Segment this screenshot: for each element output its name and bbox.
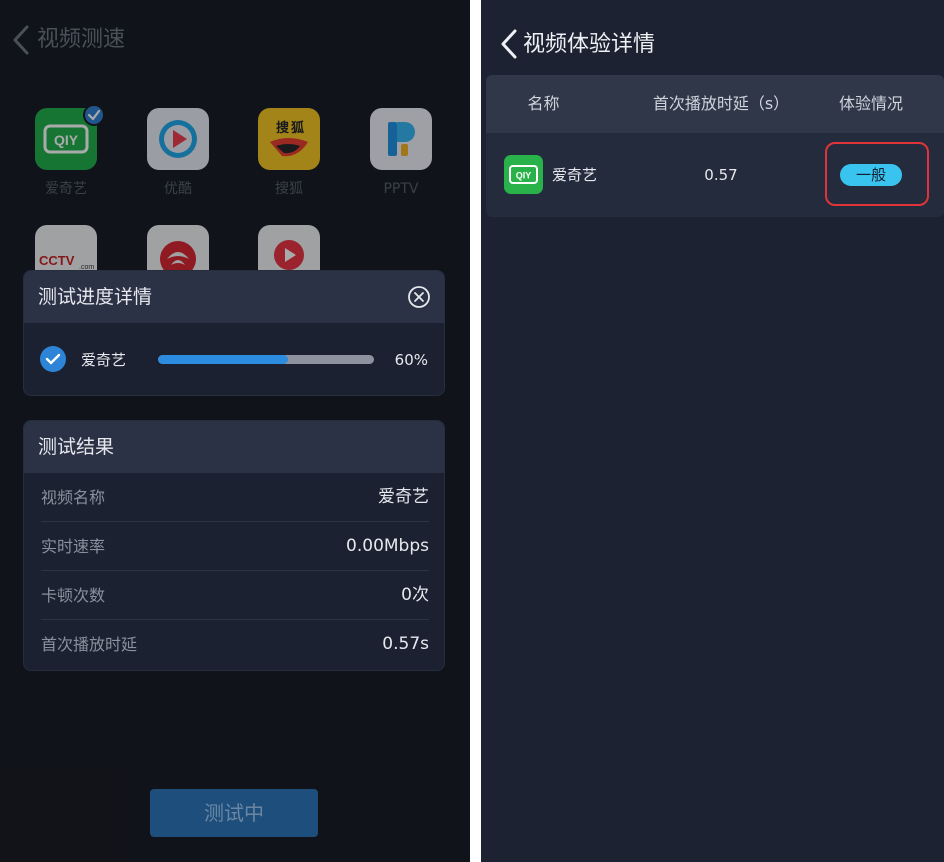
app-label: 爱奇艺 — [45, 181, 87, 197]
card-title: 测试进度详情 — [38, 286, 153, 308]
test-result-card: 测试结果 视频名称 爱奇艺 实时速率 0.00Mbps 卡顿次数 0次 首次播放… — [23, 420, 445, 671]
experience-table: 名称 首次播放时延（s） 体验情况 QIY 爱奇艺 0.57 一般 — [486, 75, 944, 217]
result-label: 首次播放时延 — [41, 635, 138, 654]
row-first-play-delay: 0.57 — [704, 166, 738, 184]
card-header: 测试进度详情 — [24, 271, 444, 323]
progress-bar-fill — [158, 355, 288, 364]
header-name: 名称 — [527, 94, 560, 113]
header-experience: 体验情况 — [838, 94, 903, 113]
svg-text:QIY: QIY — [54, 132, 79, 148]
svg-text:狐: 狐 — [291, 120, 304, 136]
top-bar: 视频测速 — [0, 0, 470, 80]
iqiyi-icon: QIY — [504, 155, 543, 194]
close-icon[interactable] — [407, 285, 431, 309]
progress-percent: 60% — [394, 351, 428, 369]
back-arrow-icon[interactable] — [498, 28, 520, 60]
video-experience-detail-screen: 视频体验详情 名称 首次播放时延（s） 体验情况 QIY 爱奇艺 0.57 一般 — [481, 0, 944, 862]
sohu-icon: 搜 狐 — [258, 108, 320, 170]
result-value: 0.57s — [382, 634, 429, 654]
progress-bar — [158, 355, 374, 364]
card-title: 测试结果 — [38, 436, 115, 458]
test-progress-card: 测试进度详情 爱奇艺 60% — [23, 270, 445, 396]
card-header: 测试结果 — [24, 421, 444, 473]
app-item-youku[interactable]: 优酷 — [143, 108, 213, 199]
result-value: 爱奇艺 — [378, 487, 429, 507]
pptv-icon — [370, 108, 432, 170]
testing-button[interactable]: 测试中 — [150, 789, 318, 837]
result-row-stall-count: 卡顿次数 0次 — [41, 571, 429, 620]
app-item-sohu[interactable]: 搜 狐 搜狐 — [254, 108, 324, 199]
back-arrow-icon[interactable] — [10, 24, 32, 56]
table-row[interactable]: QIY 爱奇艺 0.57 一般 — [486, 133, 944, 217]
progress-row: 爱奇艺 60% — [24, 323, 444, 395]
progress-app-name: 爱奇艺 — [81, 351, 127, 369]
app-item-pptv[interactable]: PPTV — [366, 108, 436, 199]
check-icon — [40, 346, 66, 372]
table-header: 名称 首次播放时延（s） 体验情况 — [486, 75, 944, 133]
result-row-first-play-delay: 首次播放时延 0.57s — [41, 620, 429, 669]
app-item-iqiyi[interactable]: QIY 爱奇艺 — [31, 104, 105, 199]
result-row-realtime-rate: 实时速率 0.00Mbps — [41, 522, 429, 571]
app-label: PPTV — [383, 181, 419, 197]
result-value: 0.00Mbps — [346, 536, 429, 556]
video-speed-test-screen: 视频测速 QIY 爱奇艺 优酷 搜 狐 搜狐 PPTV CCTV .com 测试… — [0, 0, 470, 862]
experience-badge: 一般 — [840, 164, 902, 186]
app-label: 搜狐 — [275, 181, 303, 197]
result-value: 0次 — [401, 585, 429, 605]
top-bar: 视频体验详情 — [481, 0, 944, 80]
header-first-play-delay: 首次播放时延（s） — [652, 94, 790, 113]
result-label: 视频名称 — [41, 488, 106, 507]
result-label: 卡顿次数 — [41, 586, 106, 605]
page-title: 视频测速 — [37, 27, 126, 52]
svg-text:搜: 搜 — [276, 120, 290, 136]
selected-check-icon — [83, 104, 105, 126]
result-label: 实时速率 — [41, 537, 106, 556]
svg-text:QIY: QIY — [516, 171, 532, 181]
result-row-video-name: 视频名称 爱奇艺 — [41, 473, 429, 522]
youku-icon — [147, 108, 209, 170]
app-label: 优酷 — [164, 181, 192, 197]
page-title: 视频体验详情 — [523, 32, 656, 57]
row-app-name: 爱奇艺 — [552, 166, 598, 184]
svg-text:CCTV: CCTV — [39, 253, 75, 268]
